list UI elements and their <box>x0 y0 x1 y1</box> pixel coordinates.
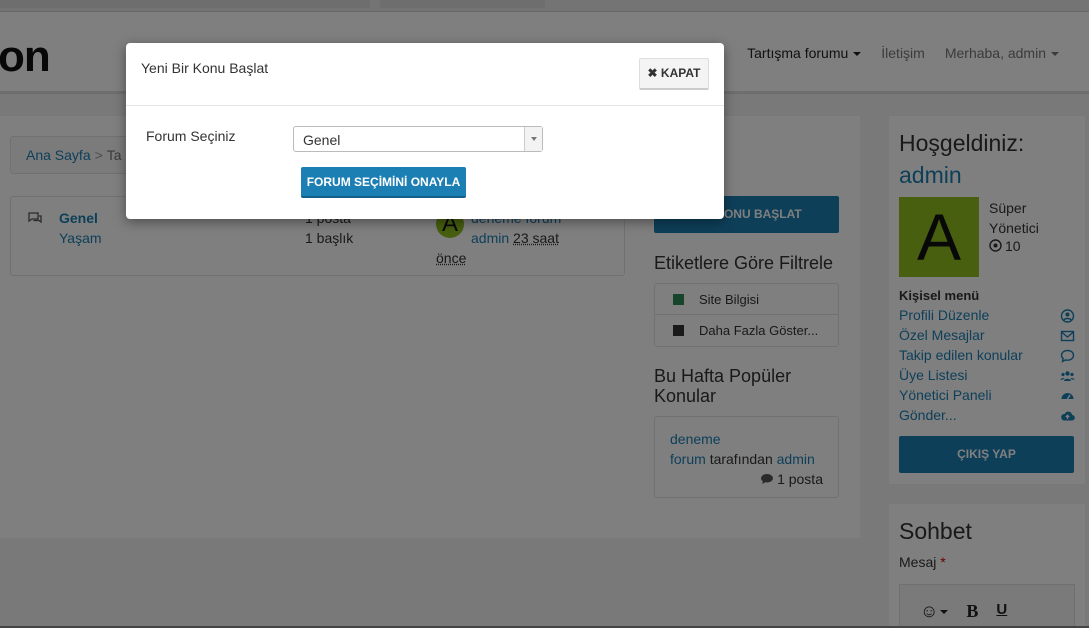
confirm-forum-button[interactable]: FORUM SEÇİMİNİ ONAYLA <box>301 167 466 198</box>
close-icon: ✖ <box>647 66 658 80</box>
chevron-down-icon[interactable] <box>524 127 542 151</box>
modal-divider <box>126 105 724 106</box>
forum-select-value: Genel <box>303 132 341 148</box>
new-topic-modal: Yeni Bir Konu Başlat ✖ KAPAT Forum Seçin… <box>126 43 724 219</box>
forum-select-label: Forum Seçiniz <box>146 128 236 144</box>
forum-select[interactable]: Genel <box>293 126 543 152</box>
close-button[interactable]: ✖ KAPAT <box>639 58 709 90</box>
modal-title: Yeni Bir Konu Başlat <box>141 60 269 76</box>
